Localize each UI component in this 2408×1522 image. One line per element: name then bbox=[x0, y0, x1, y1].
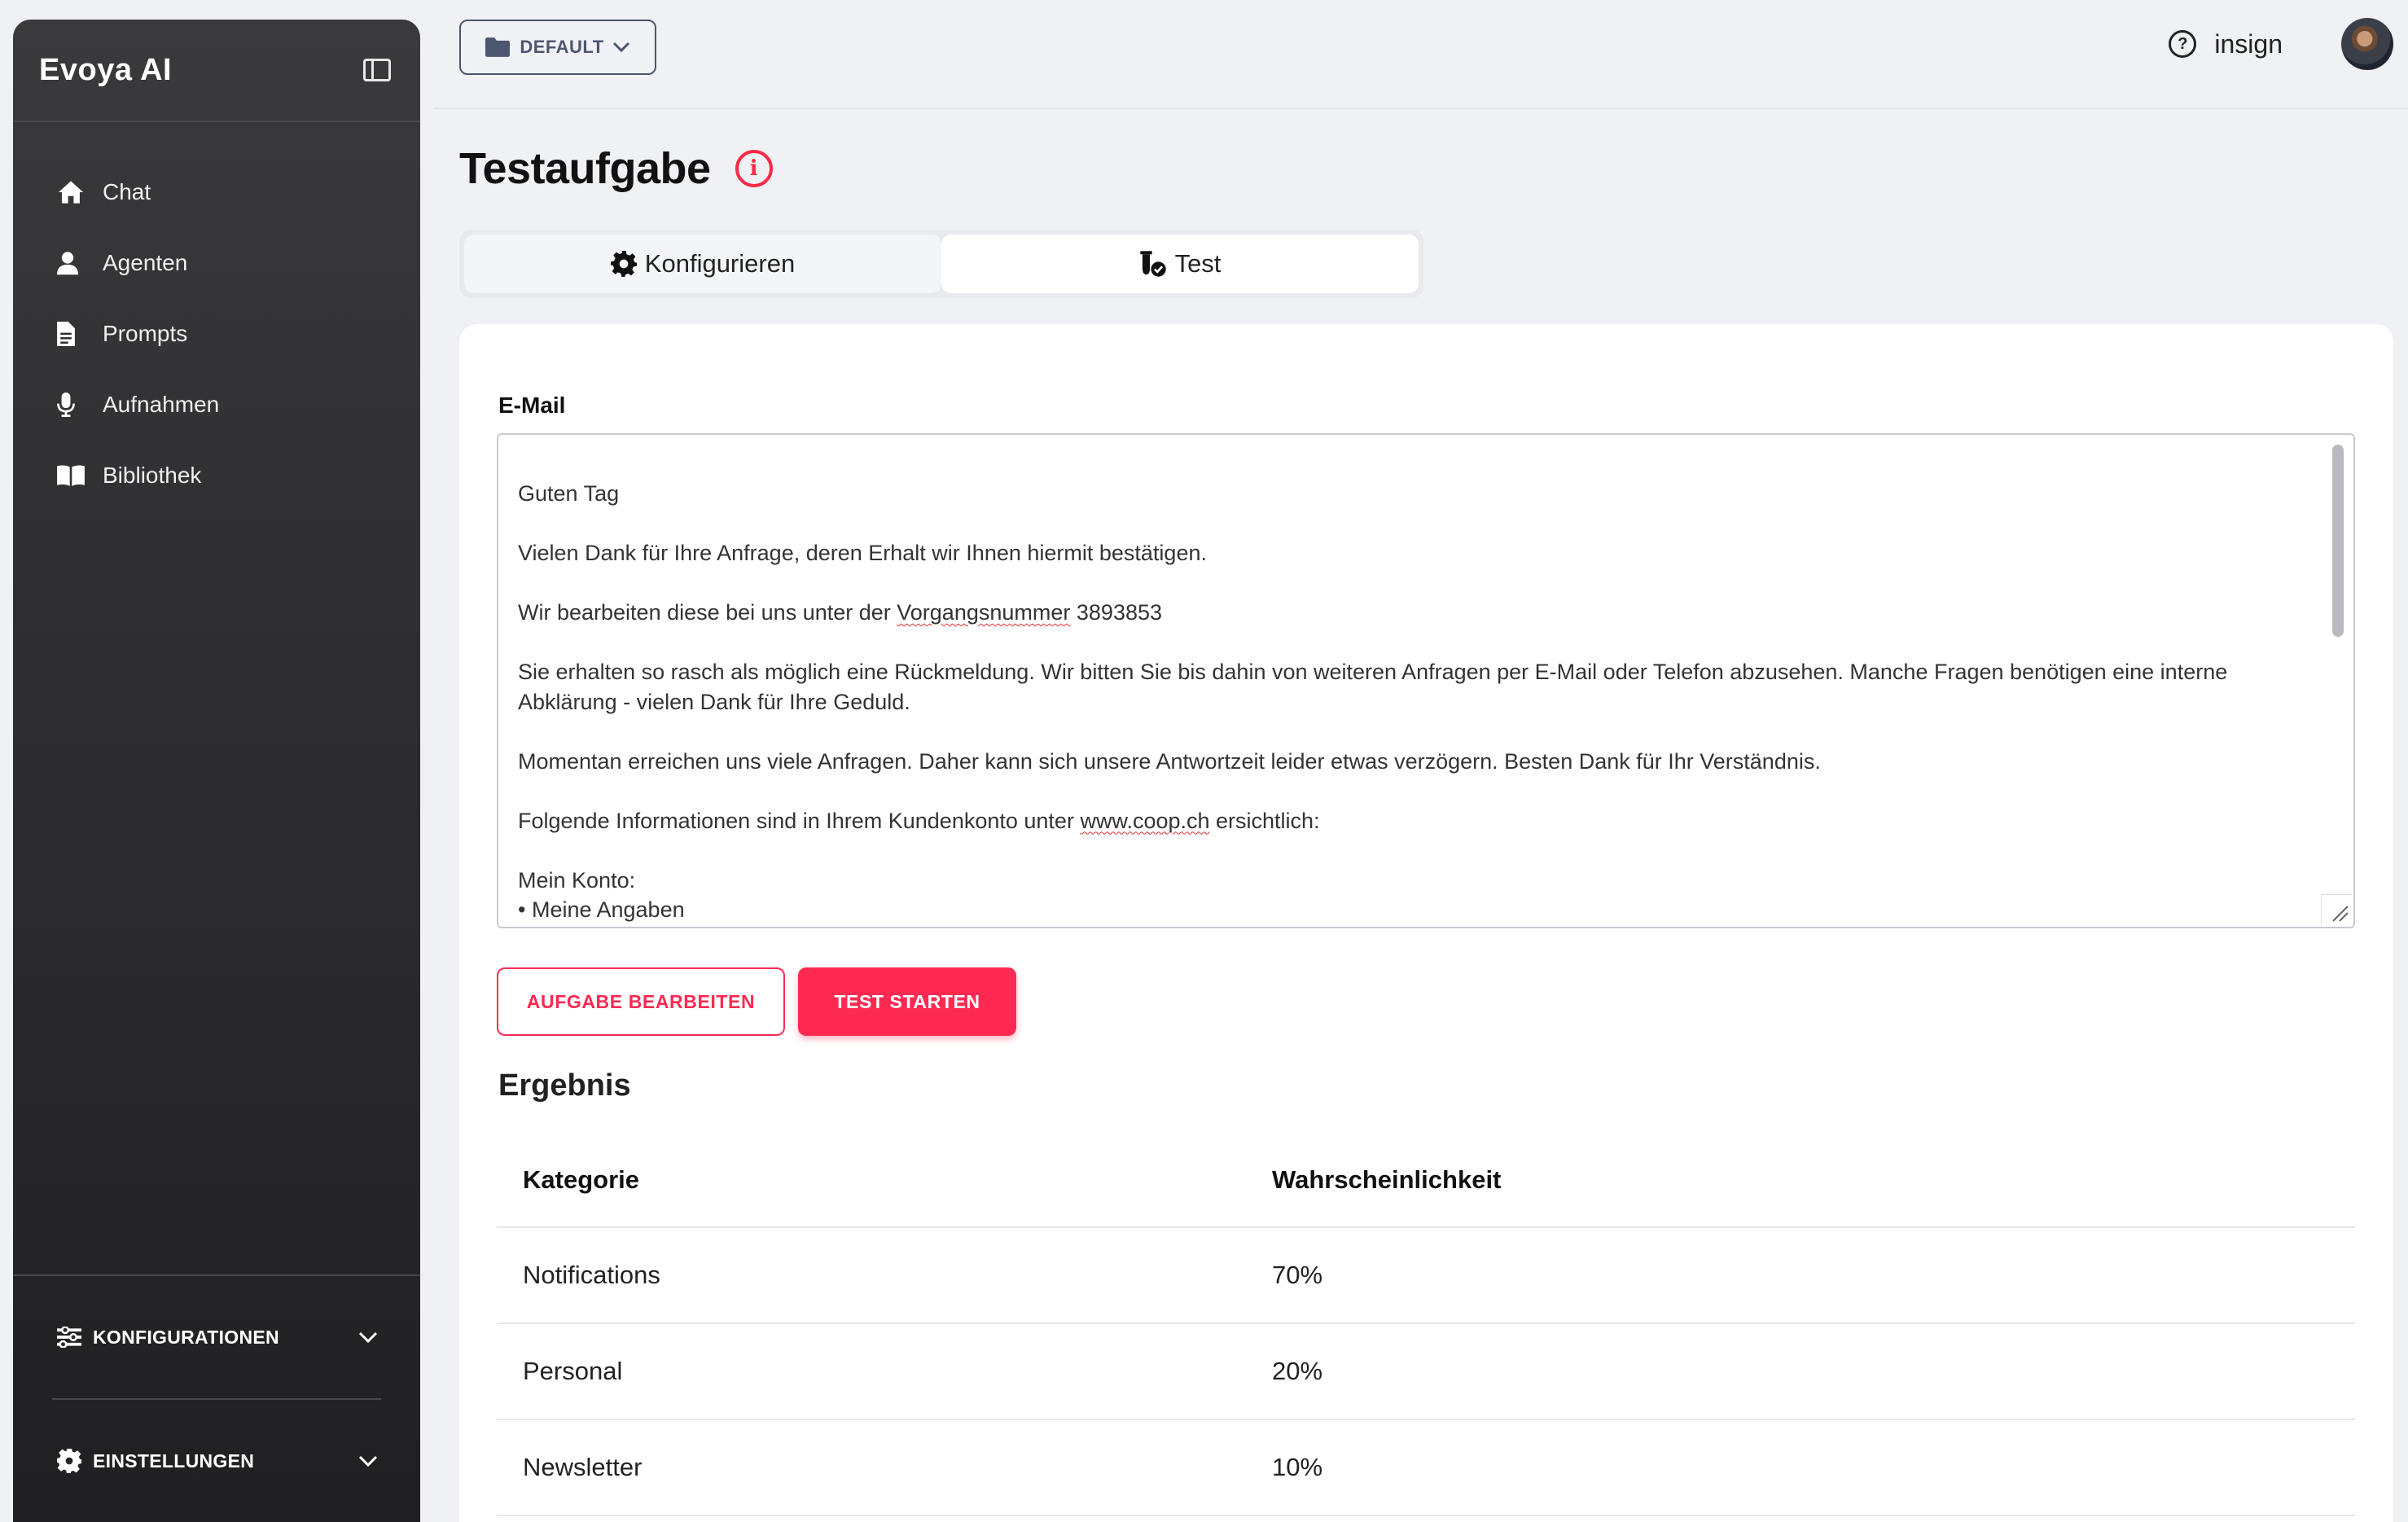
workspace-selector[interactable]: DEFAULT bbox=[459, 20, 656, 75]
sidebar-item-label: Bibliothek bbox=[103, 462, 202, 488]
chevron-down-icon bbox=[612, 42, 629, 53]
table-row: Personal 20% bbox=[497, 1324, 2355, 1420]
user-name[interactable]: insign bbox=[2214, 29, 2283, 59]
email-line: Guten Tag bbox=[518, 481, 620, 506]
section-label: KONFIGURATIONEN bbox=[93, 1326, 279, 1348]
sidebar-item-prompts[interactable]: Prompts bbox=[13, 298, 420, 369]
document-icon bbox=[57, 321, 86, 346]
email-line: Vielen Dank für Ihre Anfrage, deren Erha… bbox=[518, 541, 1207, 565]
table-row: Newsletter 10% bbox=[497, 1420, 2355, 1516]
result-table: Kategorie Wahrscheinlichkeit Notificatio… bbox=[497, 1134, 2355, 1516]
tab-label: Konfigurieren bbox=[644, 249, 796, 278]
sidebar: Evoya AI Chat Agenten Prompts Aufnahmen … bbox=[13, 20, 420, 1522]
text-segment: Wir bearbeiten diese bei uns unter der bbox=[518, 600, 897, 625]
sidebar-item-label: Agenten bbox=[103, 249, 188, 275]
tab-label: Test bbox=[1174, 249, 1222, 278]
resize-handle-icon[interactable] bbox=[2321, 894, 2352, 925]
book-icon bbox=[57, 464, 86, 486]
section-konfigurationen[interactable]: KONFIGURATIONEN bbox=[13, 1276, 420, 1398]
category-cell: Newsletter bbox=[523, 1453, 643, 1481]
help-icon[interactable]: ? bbox=[2169, 30, 2197, 58]
gear-icon bbox=[610, 251, 637, 277]
test-card: E-Mail Guten Tag Vielen Dank für Ihre An… bbox=[459, 324, 2393, 1522]
category-cell: Notifications bbox=[523, 1261, 660, 1289]
email-line: Sie erhalten so rasch als möglich eine R… bbox=[518, 660, 2228, 714]
probability-cell: 70% bbox=[1272, 1261, 1323, 1289]
home-icon bbox=[57, 180, 86, 204]
sliders-icon bbox=[57, 1327, 81, 1348]
sidebar-header: Evoya AI bbox=[13, 20, 420, 122]
table-row: Notifications 70% bbox=[497, 1228, 2355, 1324]
sidebar-item-label: Chat bbox=[103, 178, 151, 204]
email-line: Wir bearbeiten diese bei uns unter der V… bbox=[518, 598, 2305, 628]
email-line: Folgende Informationen sind in Ihrem Kun… bbox=[518, 806, 2305, 836]
chevron-down-icon[interactable] bbox=[358, 1331, 378, 1344]
user-area: ? insign bbox=[2169, 18, 2393, 70]
flask-check-icon bbox=[1139, 251, 1166, 277]
sidebar-nav: Chat Agenten Prompts Aufnahmen Bibliothe… bbox=[13, 122, 420, 511]
user-icon bbox=[57, 251, 86, 275]
workspace-label: DEFAULT bbox=[520, 37, 604, 57]
microphone-icon bbox=[57, 392, 86, 417]
table-header: Kategorie Wahrscheinlichkeit bbox=[497, 1134, 2355, 1228]
sidebar-collapse-icon[interactable] bbox=[363, 59, 391, 81]
sidebar-item-label: Prompts bbox=[103, 320, 188, 346]
tab-test[interactable]: Test bbox=[941, 235, 1419, 293]
text-segment: Folgende Informationen sind in Ihrem Kun… bbox=[518, 808, 1081, 833]
chevron-down-icon[interactable] bbox=[358, 1454, 378, 1467]
page-title-row: Testaufgabe i bbox=[459, 143, 773, 194]
folder-icon bbox=[485, 37, 511, 57]
action-buttons: AUFGABE BEARBEITEN TEST STARTEN bbox=[497, 967, 1016, 1036]
info-icon[interactable]: i bbox=[735, 150, 773, 187]
sidebar-item-label: Aufnahmen bbox=[103, 391, 220, 417]
email-line: Momentan erreichen uns viele Anfragen. D… bbox=[518, 748, 1821, 774]
sidebar-item-aufnahmen[interactable]: Aufnahmen bbox=[13, 369, 420, 440]
app-title: Evoya AI bbox=[39, 52, 173, 87]
gear-icon bbox=[57, 1449, 81, 1473]
text-segment: ersichtlich: bbox=[1209, 808, 1320, 833]
probability-cell: 10% bbox=[1272, 1453, 1323, 1481]
sidebar-item-chat[interactable]: Chat bbox=[13, 156, 420, 227]
category-cell: Personal bbox=[523, 1357, 623, 1385]
edit-task-button[interactable]: AUFGABE BEARBEITEN bbox=[497, 967, 785, 1036]
text-segment: 3893853 bbox=[1070, 600, 1163, 625]
tab-konfigurieren[interactable]: Konfigurieren bbox=[464, 235, 941, 293]
email-line: • Meine Angaben bbox=[518, 897, 685, 922]
sidebar-item-bibliothek[interactable]: Bibliothek bbox=[13, 440, 420, 511]
email-line: Mein Konto: bbox=[518, 867, 636, 893]
email-label: E-Mail bbox=[498, 393, 566, 418]
avatar[interactable] bbox=[2341, 18, 2393, 70]
misspelled-word: Vorgangsnummer bbox=[897, 600, 1071, 625]
start-test-button[interactable]: TEST STARTEN bbox=[798, 967, 1016, 1036]
column-header-wahrscheinlichkeit: Wahrscheinlichkeit bbox=[1272, 1165, 1502, 1194]
sidebar-bottom: KONFIGURATIONEN EINSTELLUNGEN bbox=[13, 1274, 420, 1522]
section-label: EINSTELLUNGEN bbox=[93, 1450, 255, 1472]
misspelled-word: www.coop.ch bbox=[1080, 808, 1210, 833]
email-textarea[interactable]: Guten Tag Vielen Dank für Ihre Anfrage, … bbox=[497, 433, 2355, 928]
section-einstellungen[interactable]: EINSTELLUNGEN bbox=[13, 1400, 420, 1522]
tab-bar: Konfigurieren Test bbox=[459, 230, 1423, 298]
column-header-kategorie: Kategorie bbox=[523, 1165, 639, 1194]
probability-cell: 20% bbox=[1272, 1357, 1323, 1385]
scrollbar[interactable] bbox=[2332, 445, 2344, 637]
sidebar-item-agenten[interactable]: Agenten bbox=[13, 227, 420, 298]
top-bar: DEFAULT ? insign bbox=[433, 0, 2408, 109]
result-title: Ergebnis bbox=[498, 1068, 631, 1103]
page-title: Testaufgabe bbox=[459, 144, 711, 193]
